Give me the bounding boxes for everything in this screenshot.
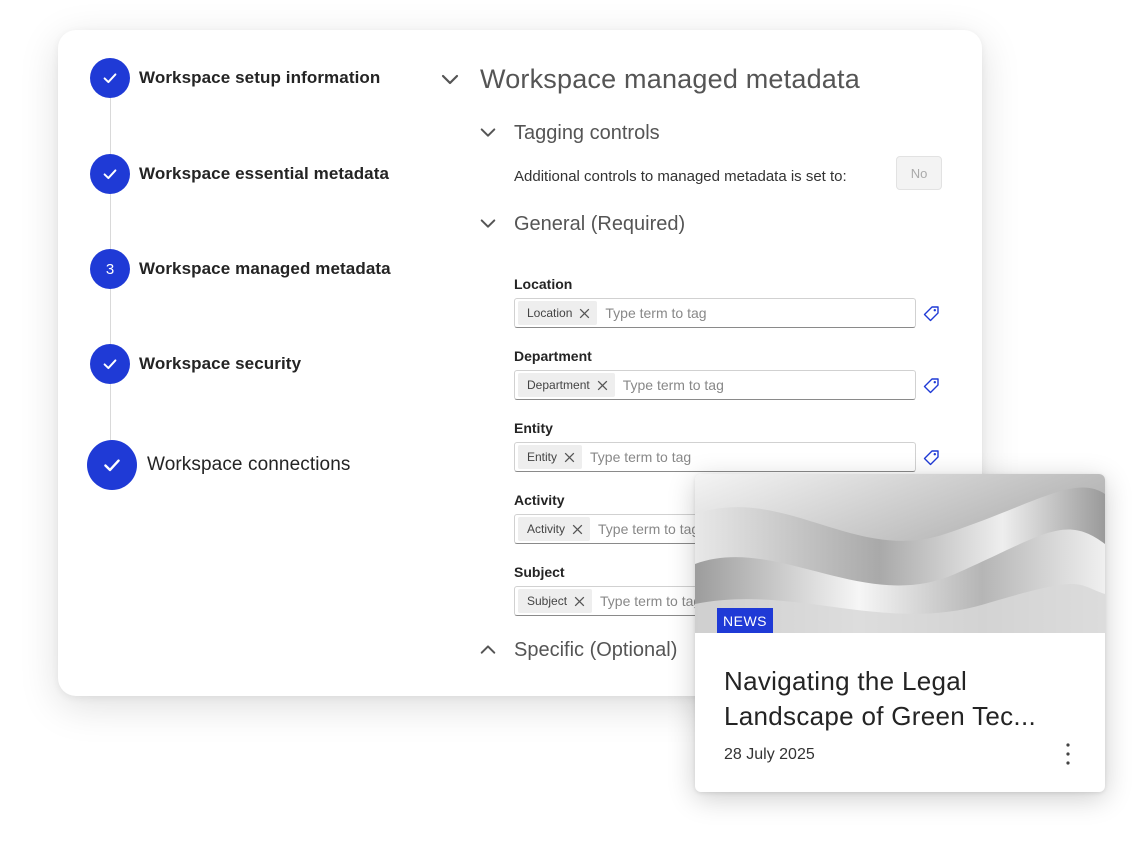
tag-chip-label: Activity <box>527 522 566 536</box>
tag-chip-label: Department <box>527 378 590 392</box>
step-number: 3 <box>90 249 130 289</box>
step-label: Workspace essential metadata <box>139 164 390 183</box>
tag-chip: Department <box>518 373 615 397</box>
check-icon <box>90 58 130 98</box>
step-essential-metadata[interactable]: Workspace essential metadata <box>90 154 389 194</box>
news-badge: NEWS <box>717 608 773 633</box>
page-title: Workspace managed metadata <box>480 64 860 94</box>
tag-chip-label: Subject <box>527 594 568 608</box>
stepper-connector <box>110 289 111 344</box>
close-icon[interactable] <box>596 379 609 392</box>
tag-icon[interactable] <box>921 376 941 396</box>
more-options-icon[interactable] <box>1061 741 1075 767</box>
tag-chip: Subject <box>518 589 593 613</box>
tag-chip: Entity <box>518 445 583 469</box>
check-icon <box>90 344 130 384</box>
section-heading-tagging: Tagging controls <box>514 122 660 144</box>
input-placeholder: Type term to tag <box>605 305 707 321</box>
check-icon <box>87 440 137 490</box>
tag-chip: Location <box>518 301 598 325</box>
step-label: Workspace security <box>139 354 302 373</box>
input-placeholder: Type term to tag <box>590 449 692 465</box>
field-label-entity: Entity <box>514 420 553 436</box>
close-icon[interactable] <box>578 307 591 320</box>
close-icon[interactable] <box>571 523 584 536</box>
field-label-subject: Subject <box>514 564 565 580</box>
chevron-down-icon[interactable] <box>440 70 460 90</box>
stepper-connector <box>110 98 111 154</box>
step-label: Workspace connections <box>147 454 351 475</box>
tagging-toggle[interactable]: No <box>896 156 942 190</box>
input-placeholder: Type term to tag <box>598 521 700 537</box>
step-security[interactable]: Workspace security <box>90 344 301 384</box>
department-tag-input[interactable]: Department Type term to tag <box>514 370 916 400</box>
news-title[interactable]: Navigating the Legal Landscape of Green … <box>724 664 1074 734</box>
input-placeholder: Type term to tag <box>600 593 702 609</box>
news-card[interactable]: NEWS Navigating the Legal Landscape of G… <box>695 474 1105 792</box>
step-managed-metadata[interactable]: 3 Workspace managed metadata <box>90 249 391 289</box>
stepper-connector <box>110 384 111 440</box>
step-label: Workspace managed metadata <box>139 259 391 278</box>
tagging-description: Additional controls to managed metadata … <box>514 168 847 185</box>
step-connections[interactable]: Workspace connections <box>87 440 350 490</box>
section-heading-specific: Specific (Optional) <box>514 639 678 661</box>
field-label-department: Department <box>514 348 592 364</box>
tag-chip-label: Entity <box>527 450 558 464</box>
tag-icon[interactable] <box>921 304 941 324</box>
tag-chip: Activity <box>518 517 591 541</box>
news-date: 28 July 2025 <box>724 746 815 763</box>
chevron-down-icon[interactable] <box>479 124 497 142</box>
field-label-activity: Activity <box>514 492 565 508</box>
stepper-connector <box>110 194 111 249</box>
step-setup-information[interactable]: Workspace setup information <box>90 58 380 98</box>
section-heading-general: General (Required) <box>514 213 686 235</box>
step-label: Workspace setup information <box>139 68 381 87</box>
tag-icon[interactable] <box>921 448 941 468</box>
check-icon <box>90 154 130 194</box>
tag-chip-label: Location <box>527 306 573 320</box>
chevron-down-icon[interactable] <box>479 215 497 233</box>
input-placeholder: Type term to tag <box>622 377 724 393</box>
close-icon[interactable] <box>573 595 586 608</box>
location-tag-input[interactable]: Location Type term to tag <box>514 298 916 328</box>
entity-tag-input[interactable]: Entity Type term to tag <box>514 442 916 472</box>
field-label-location: Location <box>514 276 573 292</box>
chevron-up-icon[interactable] <box>479 641 497 659</box>
close-icon[interactable] <box>563 451 576 464</box>
